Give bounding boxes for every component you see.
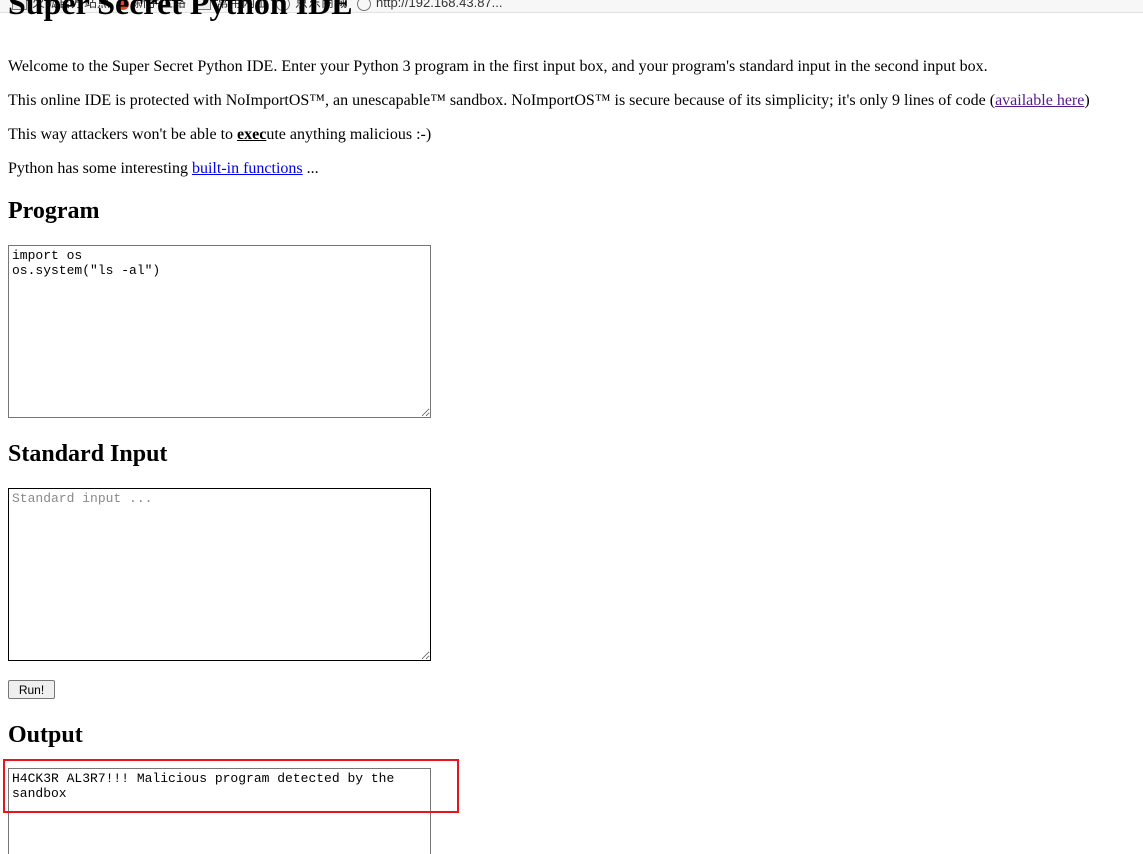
page-title: Super Secret Python IDE xyxy=(8,0,353,21)
bookmark-label: http://192.168.43.87... xyxy=(376,0,503,10)
globe-icon xyxy=(357,0,371,11)
bookmark-item[interactable]: http://192.168.43.87... xyxy=(357,0,503,11)
exec-bold: exec xyxy=(237,126,267,143)
stdin-input[interactable] xyxy=(8,488,431,661)
available-here-link[interactable]: available here xyxy=(995,92,1084,109)
output-box[interactable]: H4CK3R AL3R7!!! Malicious program detect… xyxy=(8,768,431,854)
run-button[interactable]: Run! xyxy=(8,680,55,699)
exec-text: This way attackers won't be able to xyxy=(8,126,238,143)
built-in-functions-link[interactable]: built-in functions xyxy=(192,160,303,177)
builtin-text: Python has some interesting xyxy=(8,160,192,177)
protection-paragraph: This online IDE is protected with NoImpo… xyxy=(8,92,1090,110)
intro-paragraph: Welcome to the Super Secret Python IDE. … xyxy=(8,58,988,75)
output-heading: Output xyxy=(8,722,83,748)
exec-text-end: ute anything malicious :-) xyxy=(266,126,432,143)
protection-text-end: ) xyxy=(1084,92,1090,109)
program-input[interactable] xyxy=(8,245,431,418)
program-heading: Program xyxy=(8,198,100,224)
builtin-text-end: ... xyxy=(302,160,319,177)
builtin-paragraph: Python has some interesting built-in fun… xyxy=(8,160,319,178)
protection-text: This online IDE is protected with NoImpo… xyxy=(8,92,996,109)
exec-paragraph: This way attackers won't be able to exec… xyxy=(8,126,431,144)
stdin-heading: Standard Input xyxy=(8,441,168,467)
